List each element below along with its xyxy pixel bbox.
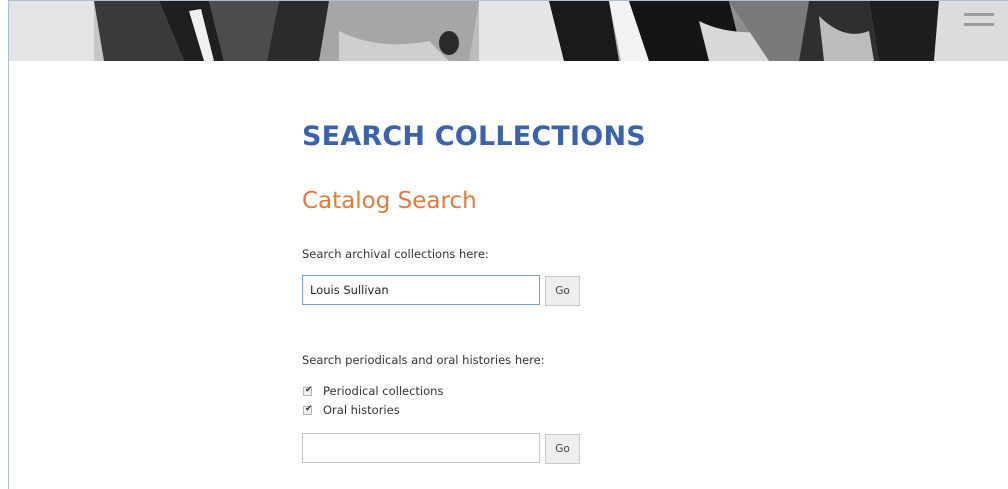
checkmark-icon: ✔ bbox=[305, 403, 313, 414]
archival-search-input[interactable] bbox=[302, 275, 540, 305]
periodicals-go-button[interactable]: Go bbox=[545, 434, 580, 464]
archival-search-label: Search archival collections here: bbox=[302, 247, 489, 261]
periodicals-search-label: Search periodicals and oral histories he… bbox=[302, 353, 545, 367]
oral-histories-checkbox[interactable]: ✔ bbox=[303, 403, 313, 415]
oral-histories-label: Oral histories bbox=[323, 403, 400, 417]
checkmark-icon: ✔ bbox=[305, 384, 313, 395]
hero-banner-image bbox=[9, 1, 1008, 61]
page-frame: SEARCH COLLECTIONS Catalog Search Search… bbox=[8, 0, 1008, 489]
periodicals-search-input[interactable] bbox=[302, 433, 540, 463]
periodical-collections-label: Periodical collections bbox=[323, 384, 444, 398]
archival-go-button[interactable]: Go bbox=[545, 276, 580, 306]
catalog-search-heading: Catalog Search bbox=[302, 188, 477, 214]
oral-histories-option[interactable]: ✔ Oral histories bbox=[302, 402, 400, 418]
periodical-collections-option[interactable]: ✔ Periodical collections bbox=[302, 383, 443, 399]
page-title: SEARCH COLLECTIONS bbox=[302, 121, 646, 152]
periodical-collections-checkbox[interactable]: ✔ bbox=[303, 384, 313, 396]
